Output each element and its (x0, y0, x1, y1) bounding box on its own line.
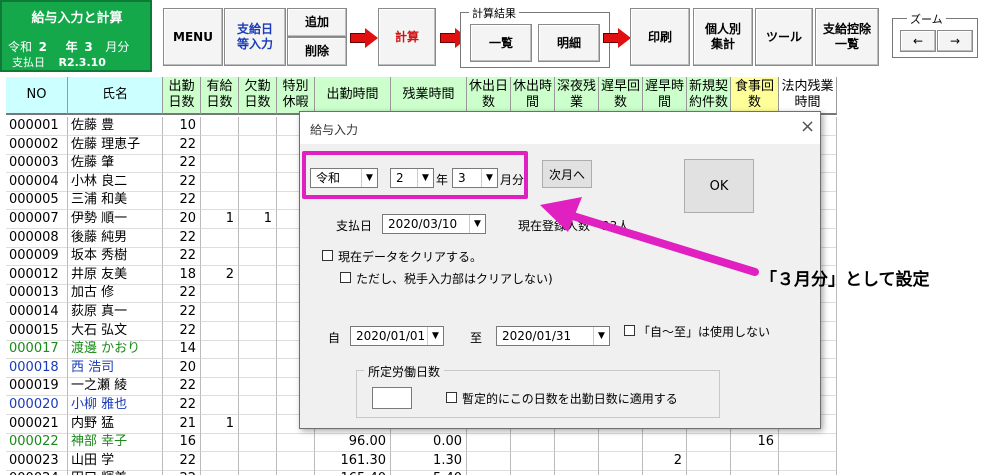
annotation-arrow (540, 197, 759, 276)
annotation-label: 「３月分」として設定 (760, 270, 930, 290)
